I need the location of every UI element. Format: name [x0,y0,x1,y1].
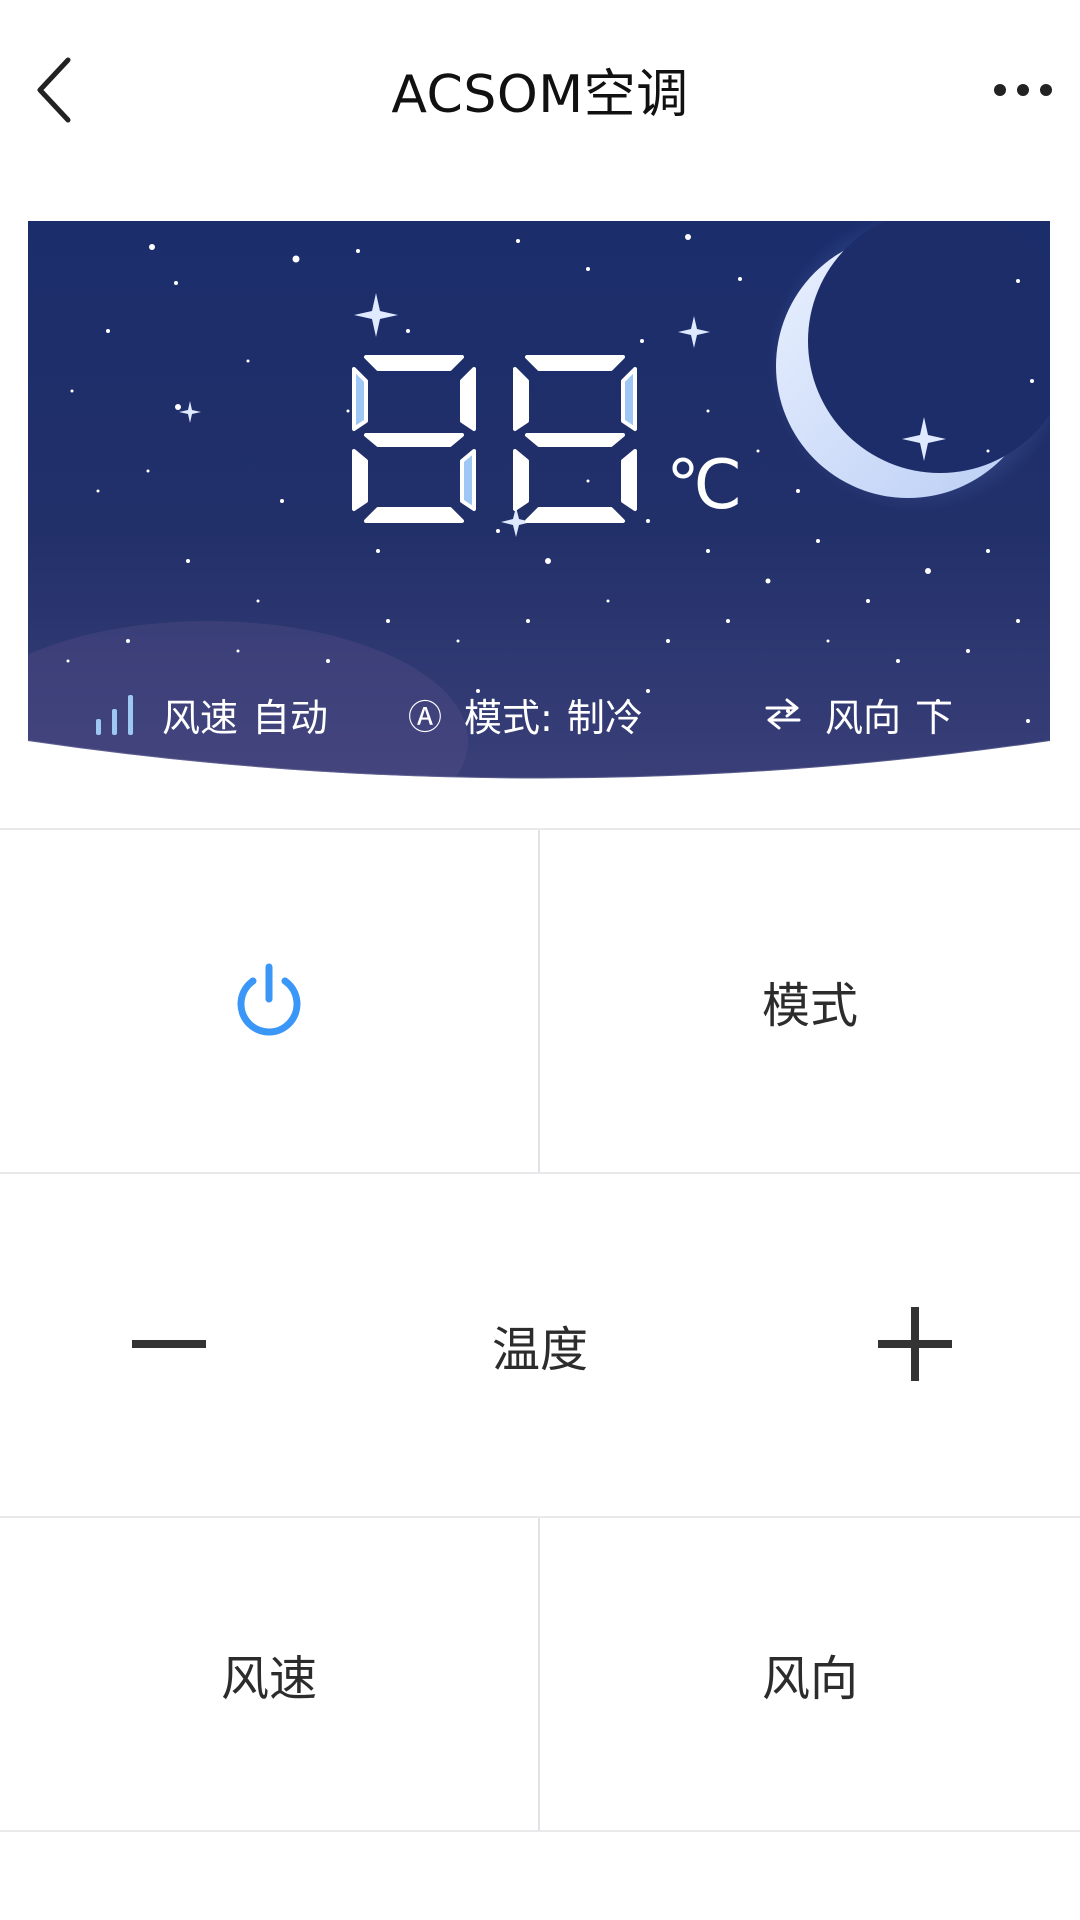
control-panel: 模式 温度 风速 风向 [0,828,1080,1832]
fan-speed-value: 自动 [252,695,329,740]
fan-speed-label: 风速 [162,695,239,740]
signal-bars-icon [94,691,140,737]
mode-label: 模式: [464,695,553,740]
page-title: ACSOM空调 [391,65,689,125]
fan-direction-button[interactable]: 风向 [540,1518,1080,1830]
power-button[interactable] [0,830,538,1172]
header: ACSOM空调 [0,0,1080,180]
minus-icon [132,1340,206,1348]
mode-button[interactable]: 模式 [540,830,1080,1172]
divider [0,1830,1080,1832]
direction-value: 下 [915,695,954,740]
ac-remote-page: ACSOM空调 ℃ 风速 自动 Ⓐ 模式: 制冷 风向 下 模式 温度 风速 风… [0,0,1080,1920]
temperature-control: 温度 [0,1174,1080,1516]
plus-icon [878,1307,952,1381]
fan-speed-status: 风速 自动 [94,684,328,744]
temperature-increase-button[interactable] [865,1294,965,1394]
direction-status: 风向 下 [763,684,953,744]
more-horizontal-icon [994,84,1052,96]
status-display: ℃ 风速 自动 Ⓐ 模式: 制冷 风向 下 [28,221,1050,781]
swap-arrows-icon [763,694,803,734]
temperature-unit: ℃ [666,447,743,523]
power-icon [237,963,301,1036]
mode-value: 制冷 [566,695,643,740]
status-row: 风速 自动 Ⓐ 模式: 制冷 风向 下 [28,684,1050,744]
mode-status: Ⓐ 模式: 制冷 [408,684,643,744]
temperature-decrease-button[interactable] [120,1294,220,1394]
direction-label: 风向 [825,695,902,740]
auto-mode-icon: Ⓐ [408,697,442,738]
more-button[interactable] [988,70,1058,110]
fan-speed-button[interactable]: 风速 [0,1518,538,1830]
